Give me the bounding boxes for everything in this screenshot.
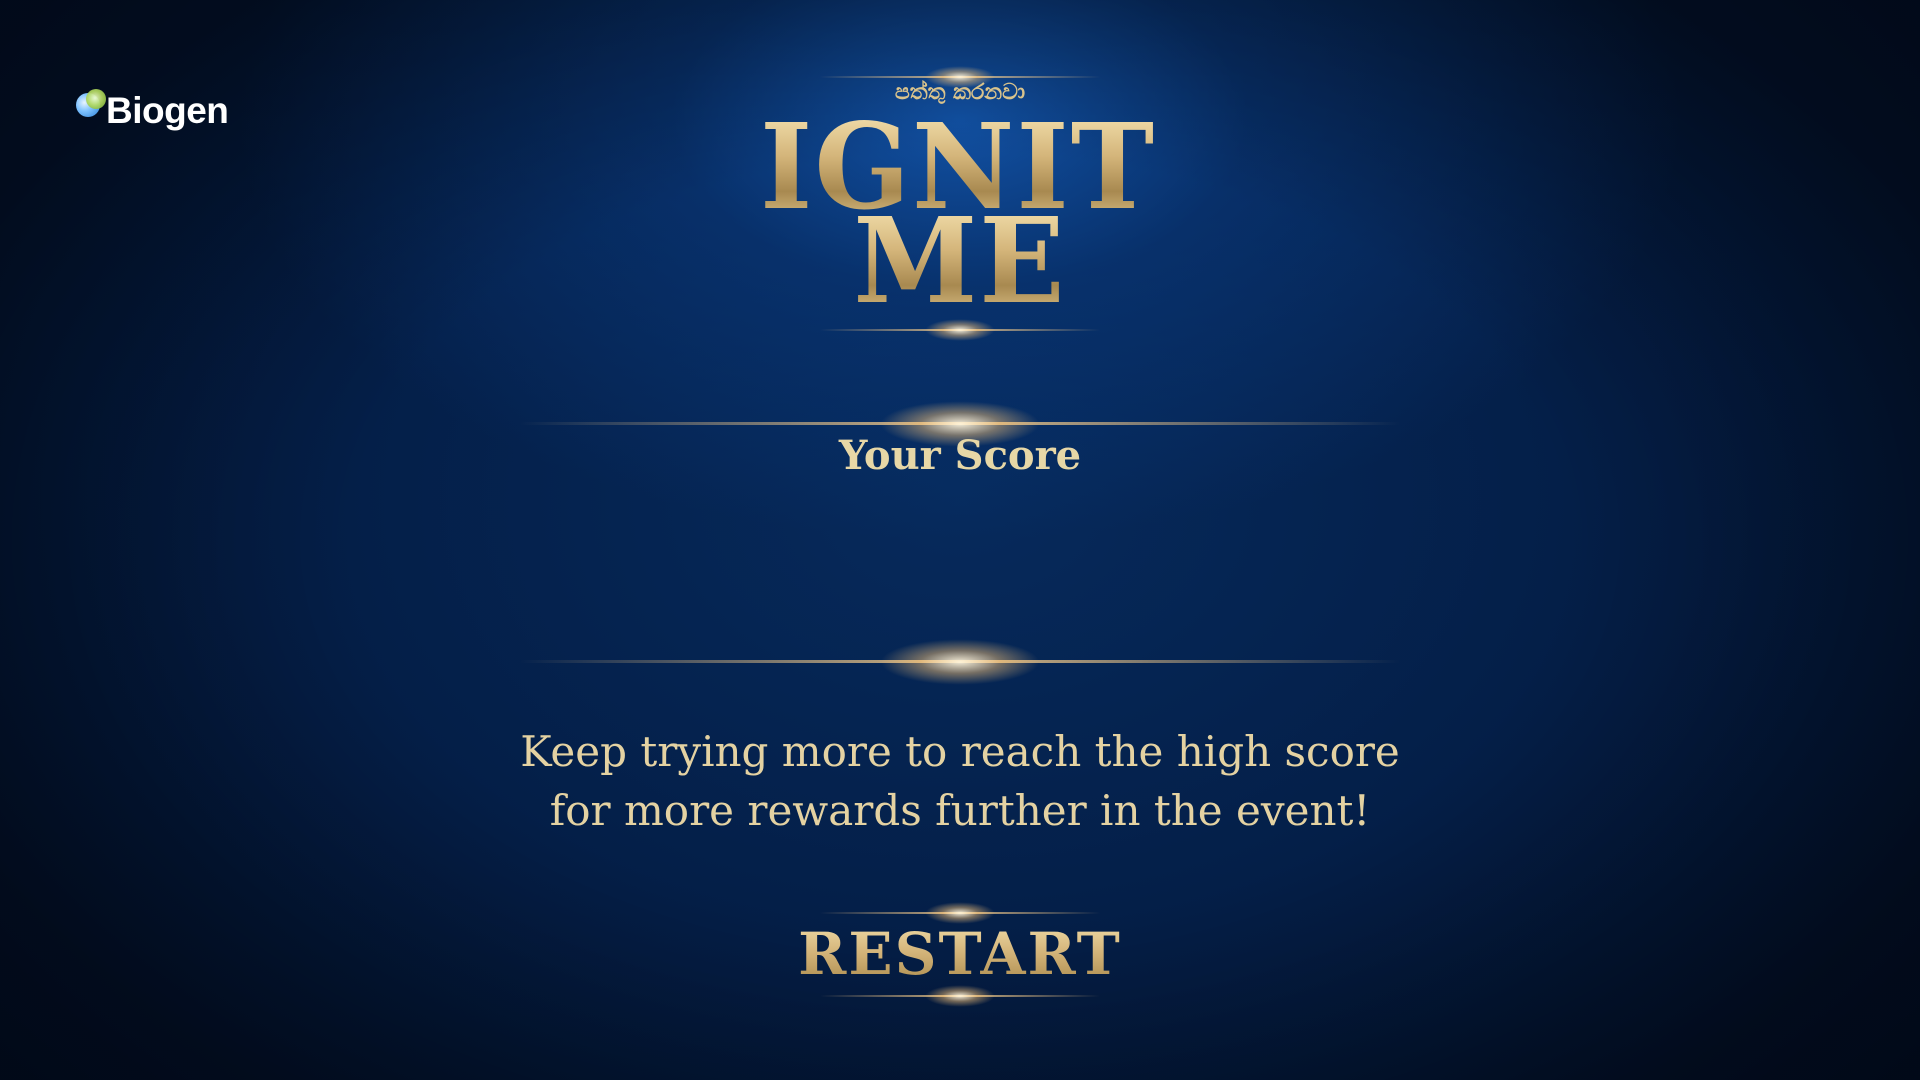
logo-text: Biogen xyxy=(106,90,229,131)
encouragement-message: Keep trying more to reach the high score… xyxy=(460,722,1460,840)
title-line-me: ME xyxy=(760,203,1160,321)
score-label: Your Score xyxy=(838,432,1082,479)
restart-button[interactable]: RESTART xyxy=(780,918,1140,990)
game-title: පත්තු කරනවා IGNITE ME xyxy=(760,66,1242,336)
message-line-2: for more rewards further in the event! xyxy=(549,786,1371,835)
score-value xyxy=(660,505,1260,625)
biogen-circles-icon xyxy=(76,89,108,121)
score-top-divider xyxy=(520,422,1400,425)
biogen-logo: Biogen xyxy=(76,78,229,132)
score-bottom-divider xyxy=(520,660,1400,663)
title-bottom-flare xyxy=(820,329,1100,331)
message-line-1: Keep trying more to reach the high score xyxy=(520,727,1400,776)
restart-bottom-flare xyxy=(820,995,1100,997)
restart-top-flare xyxy=(820,912,1100,914)
